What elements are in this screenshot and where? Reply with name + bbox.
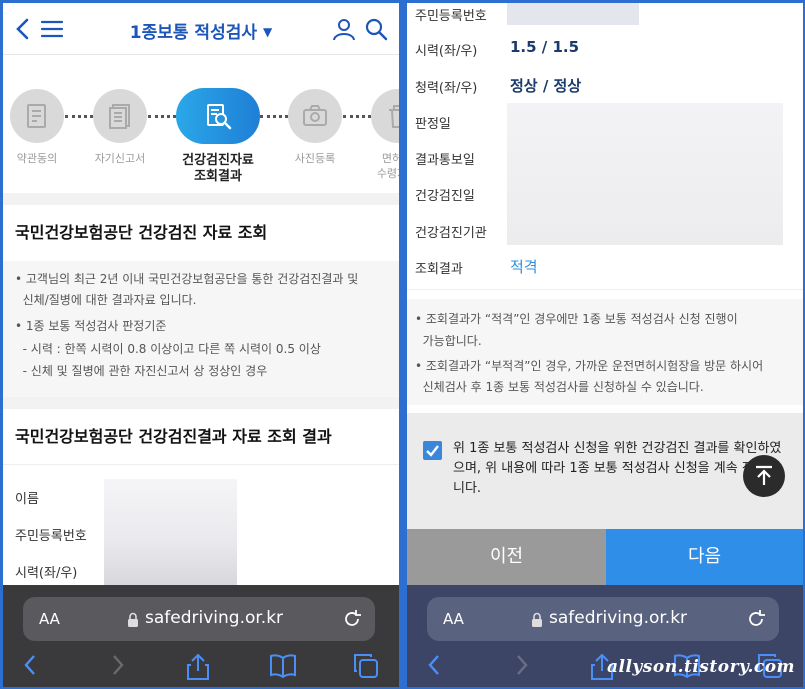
prev-button[interactable]: 이전: [407, 529, 606, 585]
url-text: safedriving.or.kr: [549, 608, 688, 628]
lock-icon: [532, 612, 542, 627]
row-label-vision: 시력(좌/우): [15, 566, 78, 581]
section-title-2: 국민건강보험공단 건강검진결과 자료 조회 결과: [3, 409, 399, 465]
left-screen: 1종보통 적성검사 ▼ 약관동의 자기신고서 건강검진자료 조회결과 사진등록 …: [3, 3, 399, 687]
text-size-label: AA: [39, 610, 60, 628]
browser-forward-icon[interactable]: [107, 653, 127, 677]
step-indicator: 약관동의 자기신고서 건강검진자료 조회결과 사진등록 면허 수령지: [3, 55, 399, 195]
header: 1종보통 적성검사 ▼: [3, 3, 399, 55]
row-label-vision: 시력(좌/우): [415, 44, 478, 59]
step-connector: [65, 115, 93, 118]
watermark: allyson.tistory.com: [607, 657, 796, 677]
step-connector: [260, 115, 288, 118]
redacted-details: [507, 103, 783, 245]
result-value: 적격: [510, 258, 538, 276]
step-1: [10, 89, 64, 143]
vision-value: 1.5 / 1.5: [510, 38, 580, 56]
row-label-notice-date: 결과통보일: [415, 153, 475, 168]
tabs-icon[interactable]: [353, 653, 379, 679]
step-4: [288, 89, 342, 143]
document-icon: [27, 104, 46, 128]
trash-icon: [389, 105, 399, 128]
text-size-button[interactable]: AA: [443, 610, 464, 628]
row-label-judgment-date: 판정일: [415, 117, 451, 132]
row-label-hearing: 청력(좌/우): [415, 81, 478, 96]
address-bar[interactable]: AA safedriving.or.kr: [427, 597, 779, 641]
notice-box-2: • 조회결과가 “적격”인 경우에만 1종 보통 적성검사 신청 진행이 가능합…: [407, 299, 803, 405]
scroll-top-button[interactable]: [743, 455, 785, 497]
browser-toolbar: AA safedriving.or.kr: [3, 585, 399, 687]
bookmarks-icon[interactable]: [269, 653, 297, 679]
step-label-3: 건강검진자료 조회결과: [182, 153, 254, 184]
notice-line: • 1종 보통 적성검사 판정기준: [15, 319, 167, 333]
browser-back-icon[interactable]: [21, 653, 41, 677]
user-icon[interactable]: [331, 16, 357, 42]
text-size-label: AA: [443, 610, 464, 628]
notice-line: • 조회결과가 “부적격”인 경우, 가까운 운전면허시험장을 방문 하시어: [415, 359, 764, 373]
confirm-checkbox[interactable]: [423, 441, 442, 460]
next-button[interactable]: 다음: [606, 529, 803, 585]
reload-icon[interactable]: [745, 608, 767, 630]
section-title-1: 국민건강보험공단 건강검진 자료 조회: [3, 205, 399, 261]
step-label-5: 면허 수령지: [376, 152, 399, 180]
notice-line: 신체검사 후 1종 보통 적성검사를 신청하실 수 있습니다.: [415, 380, 704, 394]
section-gap: [3, 397, 399, 409]
step-label-2: 자기신고서: [94, 152, 146, 165]
notice-line: 가능합니다.: [415, 334, 482, 348]
search-document-icon: [207, 104, 232, 130]
row-label-checkup-date: 건강검진일: [415, 189, 475, 204]
row-label-result: 조회결과: [415, 262, 463, 277]
hearing-value: 정상 / 정상: [510, 77, 582, 95]
row-label-name: 이름: [15, 492, 39, 507]
notice-line: - 시력 : 한쪽 시력이 0.8 이상이고 다른 쪽 시력이 0.5 이상: [15, 342, 321, 356]
notice-line: • 고객님의 최근 2년 이내 국민건강보험공단을 통한 건강검진결과 및: [15, 272, 359, 286]
redacted-rrn: [507, 3, 639, 25]
checkmark-icon: [426, 445, 439, 457]
search-icon[interactable]: [363, 16, 389, 42]
address-bar[interactable]: AA safedriving.or.kr: [23, 597, 375, 641]
notice-line: 신체/질병에 대한 결과자료 입니다.: [15, 293, 197, 307]
step-connector: [343, 115, 371, 118]
step-label-4: 사진등록: [294, 152, 336, 165]
row-label-rrn: 주민등록번호: [15, 529, 87, 544]
step-2: [93, 89, 147, 143]
step-3-active: [176, 88, 260, 144]
row-label-checkup-org: 건강검진기관: [415, 226, 487, 241]
step-label-1: 약관동의: [16, 152, 58, 165]
share-icon[interactable]: [186, 653, 210, 681]
notice-line: • 조회결과가 “적격”인 경우에만 1종 보통 적성검사 신청 진행이: [415, 312, 738, 326]
text-size-button[interactable]: AA: [39, 610, 60, 628]
reload-icon[interactable]: [341, 608, 363, 630]
url-text: safedriving.or.kr: [145, 608, 284, 628]
divider: [407, 289, 803, 299]
list-document-icon: [109, 104, 130, 129]
step-5: [371, 89, 399, 143]
camera-icon: [303, 105, 327, 126]
row-label-rrn: 주민등록번호: [415, 9, 487, 24]
step-connector: [148, 115, 176, 118]
right-screen: 주민등록번호 시력(좌/우) 1.5 / 1.5 청력(좌/우) 정상 / 정상…: [407, 3, 803, 687]
notice-box-1: • 고객님의 최근 2년 이내 국민건강보험공단을 통한 건강검진결과 및 신체…: [3, 261, 399, 397]
section-gap: [3, 193, 399, 205]
arrow-up-icon: [756, 465, 772, 485]
redacted-values: [104, 479, 237, 585]
lock-icon: [128, 612, 138, 627]
notice-line: - 신체 및 질병에 관한 자진신고서 상 정상인 경우: [15, 364, 268, 378]
confirm-text: 위 1종 보통 적성검사 신청을 위한 건강검진 결과를 확인하였으며, 위 내…: [453, 441, 782, 496]
dropdown-caret-icon: ▼: [263, 25, 273, 39]
browser-forward-icon[interactable]: [511, 653, 531, 677]
browser-back-icon[interactable]: [425, 653, 445, 677]
page-title-text: 1종보통 적성검사: [129, 23, 257, 43]
